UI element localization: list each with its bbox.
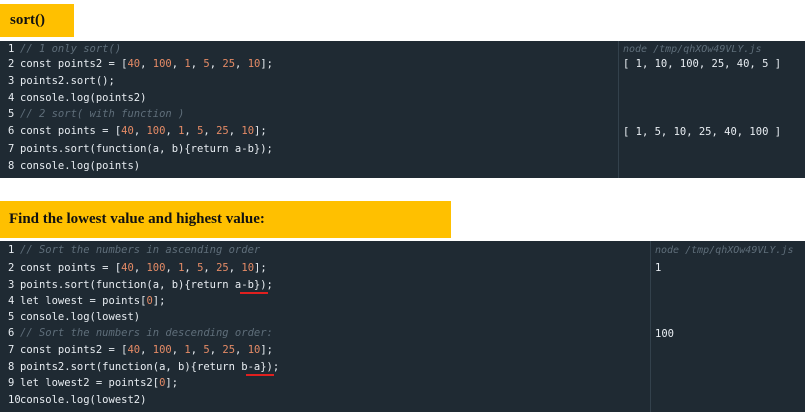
- console-command: node /tmp/qhXOw49VLY.js: [623, 44, 762, 55]
- code-line: 9 let lowest2 = points2[0];: [8, 377, 179, 389]
- code-line: 10console.log(lowest2): [8, 394, 147, 406]
- code-line: 8 points2.sort(function(a, b){return b-a}…: [8, 361, 280, 373]
- console-command: node /tmp/qhXOw49VLY.js: [655, 245, 794, 256]
- code-line: 1// 1 only sort(): [8, 43, 122, 55]
- code-line: 4 let lowest = points[0];: [8, 295, 166, 307]
- code-line: 7 const points2 = [40, 100, 1, 5, 25, 10]…: [8, 344, 273, 356]
- code-line: 2 const points = [40, 100, 1, 5, 25, 10];: [8, 262, 267, 274]
- console-result: 1: [655, 262, 662, 274]
- code-line: 8 console.log(points): [8, 160, 141, 172]
- console-result: 100: [655, 328, 674, 340]
- code-line: 5// 2 sort( with function ): [8, 108, 185, 120]
- highlight-underline: [240, 292, 268, 294]
- console-output: node /tmp/qhXOw49VLY.js [ 1, 10, 100, 25…: [618, 41, 805, 178]
- code-line: 5 console.log(lowest): [8, 311, 141, 323]
- code-line: 6// Sort the numbers in descending order…: [8, 327, 273, 339]
- code-line: 3 points2.sort();: [8, 75, 115, 87]
- code-panel-lowest-highest: 1// Sort the numbers in ascending order …: [0, 241, 805, 412]
- console-output: node /tmp/qhXOw49VLY.js 1 100: [650, 241, 805, 412]
- code-line: 1// Sort the numbers in ascending order: [8, 244, 261, 256]
- code-line: 2 const points2 = [40, 100, 1, 5, 25, 10]…: [8, 58, 273, 70]
- code-line: 3 points.sort(function(a, b){return a-b})…: [8, 279, 273, 291]
- section-title-sort: sort(): [0, 4, 74, 37]
- section-title-text: Find the lowest value and highest value:: [9, 211, 265, 227]
- code-line: 7 points.sort(function(a, b){return a-b})…: [8, 143, 273, 155]
- section-title-text: sort(): [10, 12, 45, 28]
- console-result: [ 1, 5, 10, 25, 40, 100 ]: [623, 126, 782, 138]
- code-line: 4 console.log(points2): [8, 92, 147, 104]
- code-panel-sort: 1// 1 only sort() 2 const points2 = [40, …: [0, 41, 805, 178]
- console-result: [ 1, 10, 100, 25, 40, 5 ]: [623, 58, 782, 70]
- highlight-underline: [246, 374, 274, 376]
- section-title-lowest-highest: Find the lowest value and highest value:: [0, 201, 451, 238]
- code-editor[interactable]: 1// Sort the numbers in ascending order …: [0, 241, 650, 412]
- code-editor[interactable]: 1// 1 only sort() 2 const points2 = [40, …: [0, 41, 618, 178]
- code-line: 6 const points = [40, 100, 1, 5, 25, 10];: [8, 125, 267, 137]
